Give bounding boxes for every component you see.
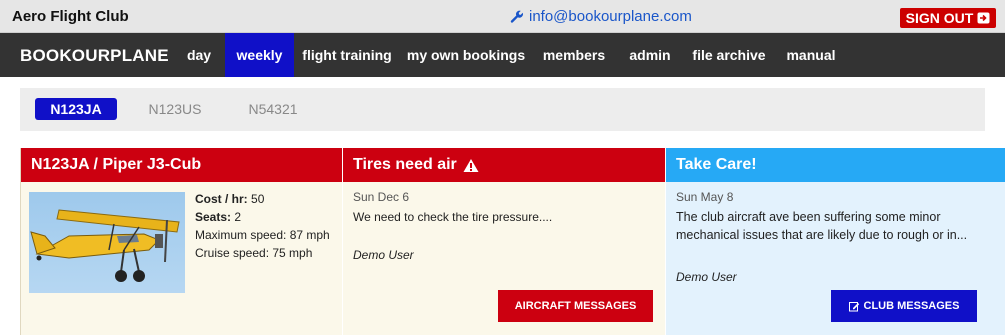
email-link[interactable]: info@bookourplane.com <box>510 8 692 25</box>
club-name: Aero Flight Club <box>12 8 129 25</box>
nav-item-file-archive[interactable]: file archive <box>688 33 770 77</box>
aircraft-info-header: N123JA / Piper J3-Cub <box>21 148 342 182</box>
aircraft-message-body: Sun Dec 6 We need to check the tire pres… <box>343 182 665 335</box>
nav-item-day[interactable]: day <box>174 33 224 77</box>
brand-logo[interactable]: BOOKOURPLANE <box>20 46 169 66</box>
sign-out-icon <box>977 12 990 24</box>
tab-aircraft-n54321[interactable]: N54321 <box>240 98 306 120</box>
club-message-title: Take Care! <box>676 156 757 173</box>
sign-out-button[interactable]: SIGN OUT <box>900 8 996 28</box>
aircraft-message-panel: Tires need air Sun Dec 6 We need to chec… <box>343 148 665 335</box>
aircraft-info-panel: N123JA / Piper J3-Cub Cost / hr: 50 Seat… <box>20 148 342 335</box>
nav-item-my-own-bookings[interactable]: my own bookings <box>404 33 528 77</box>
wrench-icon <box>510 10 523 23</box>
nav-item-members[interactable]: members <box>536 33 612 77</box>
spec-cruise-speed: Cruise speed: 75 mph <box>195 246 313 260</box>
edit-icon <box>848 301 859 311</box>
aircraft-info-body: Cost / hr: 50 Seats: 2 Maximum speed: 87… <box>21 182 342 335</box>
club-message-text: The club aircraft ave been suffering som… <box>676 210 968 242</box>
club-messages-label: CLUB MESSAGES <box>863 300 960 312</box>
club-message-user: Demo User <box>676 270 737 284</box>
aircraft-tabs: N123JA N123US N54321 <box>20 88 985 131</box>
club-message-date: Sun May 8 <box>676 190 734 204</box>
club-message-panel: Take Care! Sun May 8 The club aircraft a… <box>666 148 1005 335</box>
airplane-illustration <box>30 209 180 282</box>
nav-item-manual[interactable]: manual <box>779 33 843 77</box>
club-message-body: Sun May 8 The club aircraft ave been suf… <box>666 182 1005 335</box>
aircraft-message-header: Tires need air <box>343 148 665 182</box>
nav-item-weekly[interactable]: weekly <box>225 33 294 77</box>
email-text: info@bookourplane.com <box>529 8 692 25</box>
aircraft-messages-button[interactable]: AIRCRAFT MESSAGES <box>498 290 653 322</box>
aircraft-photo <box>29 192 185 293</box>
club-messages-button[interactable]: CLUB MESSAGES <box>831 290 977 322</box>
spec-max-speed: Maximum speed: 87 mph <box>195 228 330 242</box>
aircraft-specs: Cost / hr: 50 Seats: 2 Maximum speed: 87… <box>195 190 330 262</box>
club-message-header: Take Care! <box>666 148 1005 182</box>
nav-item-flight-training[interactable]: flight training <box>300 33 394 77</box>
aircraft-message-text: We need to check the tire pressure.... <box>353 210 553 224</box>
aircraft-title: N123JA / Piper J3-Cub <box>31 156 202 173</box>
aircraft-message-title: Tires need air <box>353 156 457 173</box>
tab-aircraft-n123ja[interactable]: N123JA <box>35 98 117 120</box>
spec-seats: Seats: 2 <box>195 210 242 224</box>
main-navbar: BOOKOURPLANE day weekly flight training … <box>0 33 1005 77</box>
warning-icon <box>463 158 479 172</box>
aircraft-message-date: Sun Dec 6 <box>353 190 410 204</box>
aircraft-message-user: Demo User <box>353 248 414 262</box>
sign-out-label: SIGN OUT <box>905 10 974 26</box>
spec-cost: Cost / hr: 50 <box>195 192 265 206</box>
top-bar: Aero Flight Club info@bookourplane.com S… <box>0 0 1005 33</box>
nav-item-admin[interactable]: admin <box>622 33 678 77</box>
tab-aircraft-n123us[interactable]: N123US <box>140 98 210 120</box>
